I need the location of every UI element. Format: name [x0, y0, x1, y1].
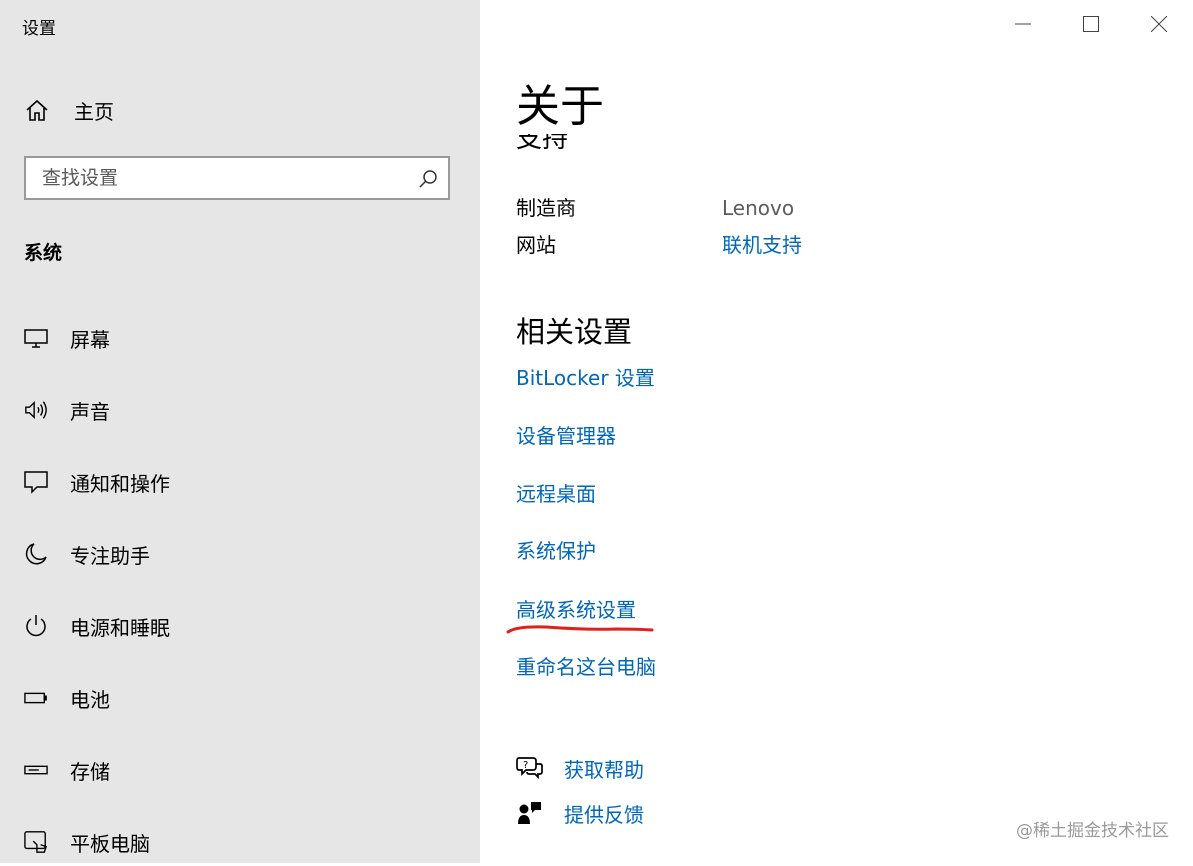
manufacturer-value: Lenovo	[722, 196, 795, 220]
related-settings-title: 相关设置	[516, 315, 633, 349]
online-support-link[interactable]: 联机支持	[722, 231, 802, 259]
get-help-label: 获取帮助	[564, 757, 644, 782]
home-icon	[26, 99, 48, 121]
sidebar: 设置 主页 系统 屏幕 声音	[0, 0, 480, 863]
sidebar-item-label: 声音	[70, 399, 110, 424]
search-input[interactable]	[26, 158, 422, 198]
sidebar-item-sound[interactable]: 声音	[0, 386, 480, 434]
device-manager-link[interactable]: 设备管理器	[516, 422, 616, 450]
speaker-icon	[24, 398, 48, 422]
sidebar-item-label: 电源和睡眠	[70, 615, 170, 640]
red-underline-annotation	[506, 625, 654, 634]
bitlocker-settings-link[interactable]: BitLocker 设置	[516, 364, 655, 392]
moon-icon	[24, 542, 48, 566]
chat-help-icon: ?	[516, 754, 544, 782]
battery-icon	[24, 686, 48, 710]
window-title: 设置	[22, 19, 56, 39]
website-label: 网站	[516, 233, 556, 257]
remote-desktop-link[interactable]: 远程桌面	[516, 480, 596, 508]
sidebar-item-label: 通知和操作	[70, 471, 170, 496]
svg-text:?: ?	[523, 760, 528, 771]
sidebar-item-label: 屏幕	[70, 327, 110, 352]
feedback-icon	[516, 799, 544, 827]
tablet-icon	[24, 830, 48, 854]
sidebar-item-tablet[interactable]: 平板电脑	[0, 818, 480, 866]
give-feedback-row[interactable]: 提供反馈	[516, 797, 644, 829]
give-feedback-label: 提供反馈	[564, 802, 644, 827]
sidebar-item-label: 电池	[70, 687, 110, 712]
sidebar-item-storage[interactable]: 存储	[0, 746, 480, 794]
sidebar-home[interactable]: 主页	[24, 94, 324, 126]
get-help-row[interactable]: ? 获取帮助	[516, 752, 644, 784]
sidebar-section-heading: 系统	[24, 242, 63, 264]
search-icon[interactable]	[418, 169, 438, 189]
search-box[interactable]	[24, 156, 450, 200]
sidebar-item-battery[interactable]: 电池	[0, 674, 480, 722]
sidebar-item-notifications[interactable]: 通知和操作	[0, 458, 480, 506]
manufacturer-label: 制造商	[516, 196, 576, 220]
support-heading-clipped: 支持	[516, 134, 636, 158]
sidebar-item-label: 存储	[70, 759, 110, 784]
sidebar-item-power-sleep[interactable]: 电源和睡眠	[0, 602, 480, 650]
sidebar-home-label: 主页	[74, 99, 114, 124]
watermark: @稀土掘金技术社区	[1016, 821, 1169, 841]
power-icon	[24, 614, 48, 638]
sidebar-item-focus-assist[interactable]: 专注助手	[0, 530, 480, 578]
manufacturer-row: 制造商 Lenovo	[516, 194, 916, 222]
notification-icon	[24, 470, 48, 494]
sidebar-item-display[interactable]: 屏幕	[0, 314, 480, 362]
sidebar-item-label: 平板电脑	[70, 831, 150, 856]
sidebar-item-label: 专注助手	[70, 543, 150, 568]
support-heading: 支持	[516, 134, 569, 154]
main-content: 关于 支持 制造商 Lenovo 网站 联机支持 相关设置 BitLocker …	[506, 0, 1156, 863]
page-title: 关于	[516, 81, 604, 132]
display-icon	[24, 326, 48, 350]
storage-icon	[24, 758, 48, 782]
website-row: 网站 联机支持	[516, 231, 916, 259]
system-protection-link[interactable]: 系统保护	[516, 537, 596, 565]
rename-pc-link[interactable]: 重命名这台电脑	[516, 653, 656, 681]
